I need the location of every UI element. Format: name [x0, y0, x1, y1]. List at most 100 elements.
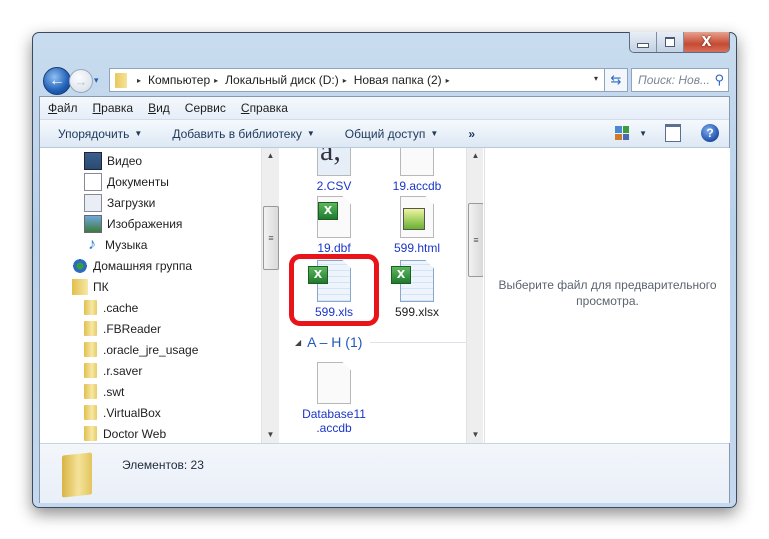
close-button[interactable]: X	[684, 32, 729, 52]
file-item[interactable]: X 19.dbf	[295, 196, 373, 255]
nav-item-downloads[interactable]: Загрузки	[84, 192, 155, 213]
menu-bar: Файл Правка Вид Сервис Справка	[40, 97, 729, 120]
nav-item-music[interactable]: ♪ Музыка	[84, 234, 147, 255]
preview-pane-icon[interactable]	[665, 124, 681, 142]
scroll-thumb[interactable]: ≡	[468, 203, 483, 277]
change-view-icon[interactable]	[615, 126, 630, 140]
folder-icon	[84, 426, 97, 441]
file-item[interactable]: 599.html	[378, 196, 456, 255]
group-header[interactable]: ◢ A – H (1)	[295, 334, 470, 350]
preview-pane: Выберите файл для предварительного просм…	[484, 148, 730, 443]
file-item[interactable]: Database11 .accdb	[295, 362, 373, 435]
nav-item-folder[interactable]: .r.saver	[82, 360, 142, 381]
view-dropdown-icon[interactable]: ▼	[639, 129, 647, 138]
menu-file[interactable]: Файл	[48, 101, 78, 115]
client-area: Файл Правка Вид Сервис Справка Упорядочи…	[39, 96, 730, 503]
chevron-right-icon[interactable]: ▸	[343, 76, 347, 85]
breadcrumb-label: Локальный диск (D:)	[225, 73, 339, 87]
nav-item-folder[interactable]: Doctor Web	[82, 423, 166, 444]
organize-button[interactable]: Упорядочить ▼	[58, 127, 142, 141]
file-name: 599.xls	[314, 305, 354, 319]
more-commands-button[interactable]: »	[468, 127, 475, 141]
help-icon[interactable]: ?	[701, 124, 719, 142]
preview-message-line: просмотра.	[576, 294, 639, 308]
nav-item-pc[interactable]: ПК	[72, 276, 109, 297]
file-name: 599.xlsx	[394, 305, 440, 319]
nav-pane-scrollbar[interactable]: ▲ ≡ ▼	[261, 148, 279, 443]
dropdown-icon: ▼	[306, 129, 315, 138]
menu-view[interactable]: Вид	[148, 101, 170, 115]
file-name: Database11	[302, 407, 366, 421]
command-bar: Упорядочить ▼ Добавить в библиотеку ▼ Общи…	[40, 120, 729, 148]
nav-item-homegroup[interactable]: Домашняя группа	[72, 255, 192, 276]
close-icon: X	[701, 34, 712, 50]
downloads-icon	[84, 193, 102, 212]
share-button[interactable]: Общий доступ ▼	[345, 127, 439, 141]
forward-arrow-icon: →	[74, 73, 88, 89]
file-item-599-xls[interactable]: X 599.xls	[295, 260, 373, 319]
maximize-button[interactable]	[657, 32, 684, 52]
blank-file-icon	[314, 362, 354, 404]
nav-item-folder[interactable]: .VirtualBox	[82, 402, 161, 423]
nav-item-documents[interactable]: Документы	[84, 171, 169, 192]
scroll-down-icon[interactable]: ▼	[467, 427, 483, 443]
html-glyph	[403, 208, 425, 230]
chevron-right-icon: ▸	[137, 75, 142, 85]
back-button[interactable]: ←	[43, 67, 71, 95]
item-count: Элементов: 23	[122, 458, 204, 472]
scroll-up-icon[interactable]: ▲	[262, 148, 279, 164]
menu-accel: В	[148, 101, 157, 115]
nav-item-video[interactable]: Видео	[84, 150, 142, 171]
breadcrumb-root-arrow[interactable]: ▸	[133, 76, 148, 85]
breadcrumb-computer[interactable]: Компьютер ▸	[148, 73, 225, 87]
file-name-ext: .accdb	[316, 421, 352, 435]
file-item[interactable]: a, 2.CSV	[295, 148, 373, 193]
preview-message: Выберите файл для предварительного просм…	[485, 277, 730, 309]
window-controls: X	[629, 32, 730, 53]
address-dropdown-icon[interactable]: ▾	[594, 74, 598, 83]
menu-accel: Ф	[48, 101, 58, 115]
menu-label: Сервис	[184, 101, 226, 115]
scroll-thumb[interactable]: ≡	[263, 206, 279, 270]
scroll-down-icon[interactable]: ▼	[262, 427, 279, 443]
scroll-up-icon[interactable]: ▲	[467, 148, 483, 164]
html-file-icon	[397, 196, 437, 238]
collapse-icon[interactable]: ◢	[295, 338, 301, 347]
breadcrumb-local-disk[interactable]: Локальный диск (D:) ▸	[225, 73, 354, 87]
menu-tools[interactable]: Сервис	[185, 101, 226, 115]
excel-glyph: X	[391, 266, 411, 284]
search-icon[interactable]: ⚲	[714, 72, 724, 88]
nav-item-folder[interactable]: .FBReader	[82, 318, 161, 339]
chevron-right-icon[interactable]: ▸	[214, 76, 218, 85]
images-icon	[84, 214, 102, 233]
forward-button[interactable]: →	[69, 69, 93, 93]
menu-label: ид	[156, 101, 170, 115]
grip-icon: ≡	[268, 233, 274, 243]
search-input[interactable]: Поиск: Нов... ⚲	[631, 68, 729, 92]
nav-item-folder[interactable]: .oracle_jre_usage	[82, 339, 198, 360]
menu-help[interactable]: Справка	[241, 101, 288, 115]
file-item[interactable]: 19.accdb	[378, 148, 456, 193]
breadcrumb-label: Новая папка (2)	[353, 73, 442, 87]
preview-message-line: Выберите файл для предварительного	[498, 278, 717, 292]
menu-edit[interactable]: Правка	[93, 101, 134, 115]
menu-accel: С	[240, 101, 250, 115]
add-to-library-button[interactable]: Добавить в библиотеку ▼	[172, 127, 314, 141]
nav-item-label: .swt	[103, 384, 125, 399]
chevron-right-icon[interactable]: ▸	[446, 76, 450, 85]
homegroup-icon	[72, 257, 88, 274]
nav-item-folder[interactable]: .swt	[82, 381, 124, 402]
menu-label: равка	[101, 101, 134, 115]
recent-pages-dropdown[interactable]: ▾	[94, 75, 99, 86]
group-divider	[370, 341, 470, 343]
breadcrumb-new-folder[interactable]: Новая папка (2) ▸	[354, 73, 457, 87]
file-item[interactable]: X 599.xlsx	[378, 260, 456, 319]
minimize-button[interactable]	[630, 32, 657, 52]
excel-glyph: X	[308, 266, 328, 284]
nav-item-images[interactable]: Изображения	[84, 213, 182, 234]
address-bar[interactable]: ▸ Компьютер ▸ Локальный диск (D:) ▸ Новая …	[109, 68, 605, 92]
nav-item-folder[interactable]: .cache	[82, 297, 138, 318]
file-list-scrollbar[interactable]: ▲ ≡ ▼	[466, 148, 483, 443]
excel-file-icon: X	[308, 260, 354, 302]
refresh-button[interactable]: ⇆	[604, 68, 628, 92]
